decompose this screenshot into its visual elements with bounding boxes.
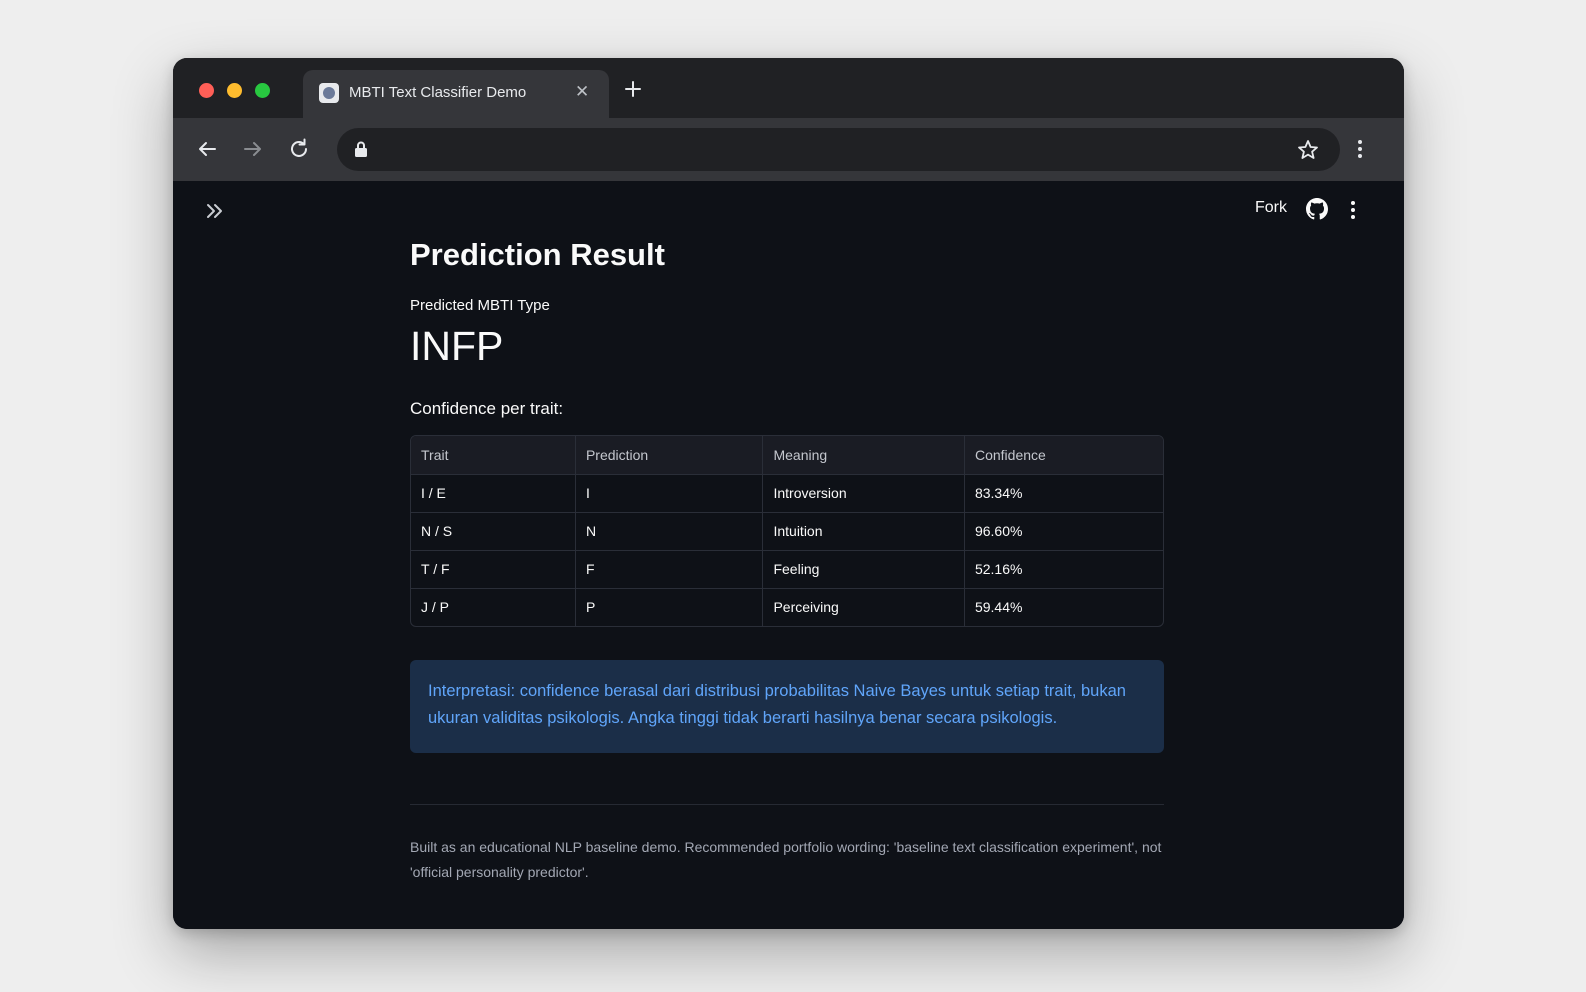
tab-title: MBTI Text Classifier Demo — [349, 84, 527, 101]
favicon-icon — [319, 83, 339, 103]
table-caption: Confidence per trait: — [410, 399, 564, 418]
close-icon[interactable]: ✕ — [575, 82, 589, 102]
column-header-confidence[interactable]: Confidence — [964, 436, 1163, 474]
table-cell: Intuition — [762, 511, 965, 550]
table-cell: Perceiving — [762, 587, 965, 626]
fork-button[interactable]: Fork — [1255, 199, 1287, 217]
table-row: N / S N Intuition 96.60% — [411, 511, 1163, 550]
table-row: T / F F Feeling 52.16% — [411, 549, 1163, 588]
metric-label: Predicted MBTI Type — [410, 297, 550, 314]
table-cell: F — [575, 549, 764, 588]
back-arrow-icon[interactable] — [193, 135, 221, 163]
table-cell: T / F — [411, 549, 576, 588]
confidence-table[interactable]: Trait Prediction Meaning Confidence I / … — [410, 435, 1164, 627]
table-row: J / P P Perceiving 59.44% — [411, 587, 1163, 626]
browser-window: MBTI Text Classifier Demo ✕ Fork Predict… — [173, 58, 1404, 929]
column-header-trait[interactable]: Trait — [411, 436, 576, 474]
maximize-window-button[interactable] — [255, 83, 270, 98]
browser-toolbar — [173, 118, 1404, 181]
column-header-prediction[interactable]: Prediction — [575, 436, 764, 474]
close-window-button[interactable] — [199, 83, 214, 98]
table-cell: N — [575, 511, 764, 550]
lock-icon — [355, 141, 367, 157]
page-title: Prediction Result — [410, 237, 665, 272]
column-header-meaning[interactable]: Meaning — [762, 436, 965, 474]
table-row: I / E I Introversion 83.34% — [411, 473, 1163, 512]
app-menu-icon[interactable] — [1345, 197, 1361, 223]
table-cell: 83.34% — [964, 473, 1163, 512]
browser-tab[interactable]: MBTI Text Classifier Demo ✕ — [303, 70, 609, 118]
table-cell: Introversion — [762, 473, 965, 512]
plus-icon[interactable] — [622, 78, 644, 100]
table-cell: Feeling — [762, 549, 965, 588]
table-cell: P — [575, 587, 764, 626]
table-cell: J / P — [411, 587, 576, 626]
table-header-row: Trait Prediction Meaning Confidence — [411, 436, 1163, 474]
footer-caption: Built as an educational NLP baseline dem… — [410, 839, 1162, 880]
tab-strip: MBTI Text Classifier Demo ✕ — [173, 58, 1404, 118]
table-cell: 59.44% — [964, 587, 1163, 626]
table-cell: 52.16% — [964, 549, 1163, 588]
forward-arrow-icon[interactable] — [239, 135, 267, 163]
metric-value: INFP — [410, 323, 504, 369]
table-cell: I / E — [411, 473, 576, 512]
info-callout: Interpretasi: confidence berasal dari di… — [410, 660, 1164, 753]
address-bar[interactable] — [337, 128, 1340, 171]
reload-icon[interactable] — [285, 135, 313, 163]
star-icon[interactable] — [1296, 138, 1320, 162]
kebab-menu-icon[interactable] — [1349, 134, 1371, 164]
double-chevron-right-icon[interactable] — [203, 199, 227, 223]
minimize-window-button[interactable] — [227, 83, 242, 98]
github-icon[interactable] — [1306, 198, 1328, 220]
app-viewport: Fork Prediction Result Predicted MBTI Ty… — [173, 181, 1404, 929]
table-cell: I — [575, 473, 764, 512]
table-cell: N / S — [411, 511, 576, 550]
table-cell: 96.60% — [964, 511, 1163, 550]
divider — [410, 804, 1164, 805]
